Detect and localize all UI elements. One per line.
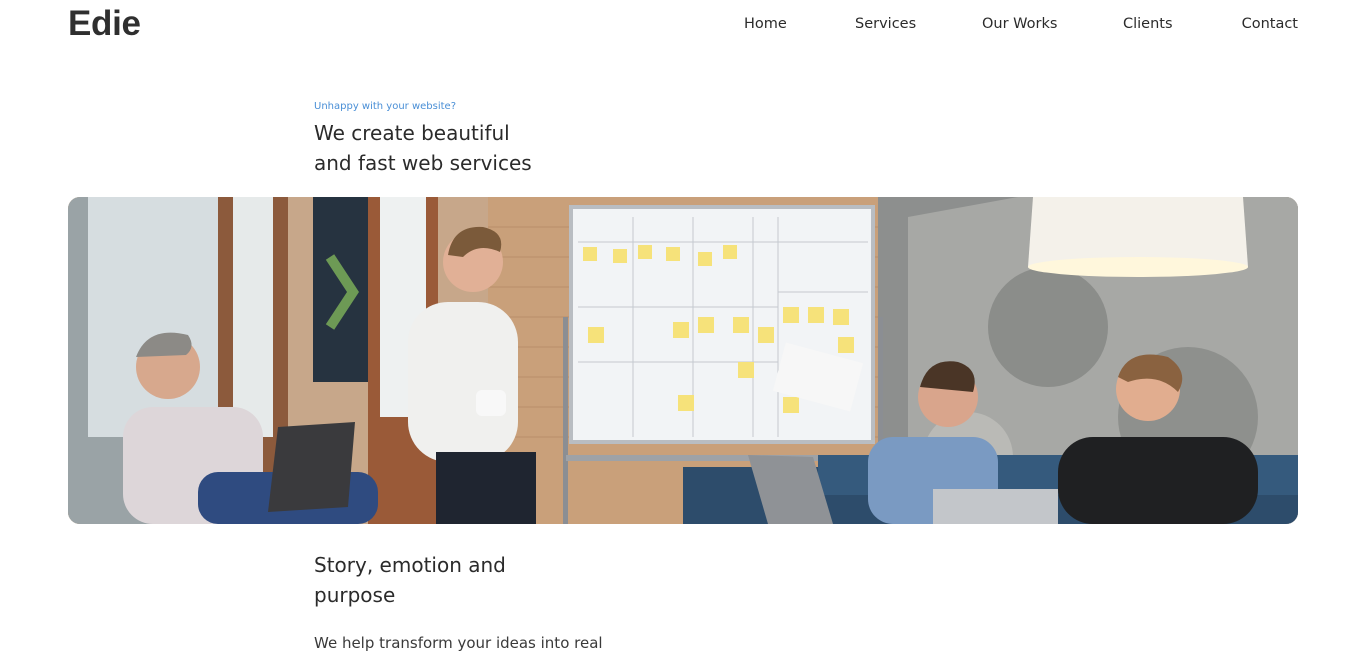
site-header: Edie Home Services Our Works Clients Con… bbox=[0, 0, 1352, 56]
hero-image bbox=[68, 197, 1298, 524]
hero-eyebrow: Unhappy with your website? bbox=[314, 101, 457, 112]
hero-title-line-2: and fast web services bbox=[314, 151, 532, 175]
team-meeting-illustration bbox=[68, 197, 1298, 524]
section-body-text: We help transform your ideas into real bbox=[314, 634, 603, 652]
section-title: Story, emotion and purpose bbox=[314, 550, 554, 610]
nav-link-clients[interactable]: Clients bbox=[1123, 16, 1173, 32]
nav-link-home[interactable]: Home bbox=[744, 16, 787, 32]
nav-link-contact[interactable]: Contact bbox=[1242, 16, 1298, 32]
hero-title: We create beautiful and fast web service… bbox=[314, 118, 574, 178]
nav-link-services[interactable]: Services bbox=[855, 16, 916, 32]
main-nav: Home Services Our Works Clients Contact bbox=[0, 16, 1352, 36]
section-title-line-1: Story, emotion and bbox=[314, 553, 506, 577]
hero-title-line-1: We create beautiful bbox=[314, 121, 510, 145]
section-title-line-2: purpose bbox=[314, 583, 396, 607]
nav-link-our-works[interactable]: Our Works bbox=[982, 16, 1057, 32]
